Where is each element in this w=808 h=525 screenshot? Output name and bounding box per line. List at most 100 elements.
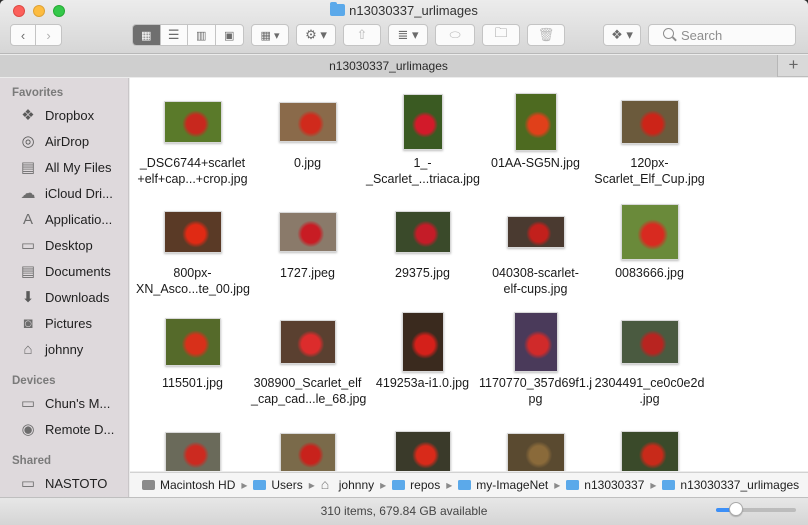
- tag-button[interactable]: ⬭: [435, 24, 475, 46]
- file-item[interactable]: 800px- XN_Asco...te_00.jpg: [136, 202, 250, 307]
- sidebar-item-johnny[interactable]: ⌂ johnny: [0, 337, 128, 361]
- path-item[interactable]: n13030337_urlimages: [662, 478, 799, 492]
- sidebar-item-label: All My Files: [45, 159, 112, 175]
- file-item[interactable]: 040308-scarlet-elf-cups.jpg: [479, 202, 592, 307]
- file-name: 040308-scarlet-: [492, 266, 579, 280]
- list-view-icon: ☰: [167, 27, 180, 42]
- downloads-icon: ⬇: [21, 289, 35, 306]
- path-item[interactable]: johnny: [321, 476, 374, 493]
- file-thumbnail: [620, 320, 679, 364]
- new-folder-button[interactable]: 🗀: [482, 24, 520, 46]
- file-item[interactable]: 1727.jpeg: [251, 202, 364, 307]
- sidebar: Favorites ❖ Dropbox ◎ AirDrop ▤ All My Files ☁ i…: [0, 78, 129, 498]
- sidebar-item-label: Chun's M...: [45, 395, 111, 411]
- dropbox-button[interactable]: ❖ ▾: [603, 24, 641, 46]
- sidebar-item-pictures[interactable]: ◙ Pictures: [0, 311, 128, 335]
- action-button[interactable]: ⚙ ▾: [296, 24, 336, 46]
- file-thumbnail: [506, 216, 565, 248]
- file-item[interactable]: [366, 423, 479, 471]
- sidebar-item-nastoto[interactable]: ▭ NASTOTO: [0, 471, 128, 495]
- sidebar-item-label: Pictures: [45, 315, 92, 331]
- file-thumbnail: [164, 318, 221, 366]
- file-item[interactable]: 1_- _Scarlet_...triaca.jpg: [366, 92, 480, 197]
- path-item[interactable]: repos: [392, 478, 440, 492]
- file-item[interactable]: [593, 423, 706, 471]
- cloud-icon: ☁: [20, 185, 36, 202]
- icon-size-slider[interactable]: [716, 502, 796, 516]
- share-button[interactable]: ⇧: [343, 24, 381, 46]
- file-thumbnail: [394, 211, 451, 253]
- file-name: 1727.jpeg: [280, 266, 335, 280]
- file-item[interactable]: 115501.jpg: [136, 312, 249, 417]
- group-button[interactable]: ▦ ▾: [251, 24, 289, 46]
- forward-button[interactable]: ›: [36, 25, 61, 45]
- trash-button[interactable]: 🗑: [527, 24, 565, 46]
- file-item[interactable]: 2304491_ce0c0e2d .jpg: [593, 312, 706, 417]
- file-thumbnail: [163, 101, 222, 143]
- home-icon: [321, 476, 334, 492]
- file-item[interactable]: 419253a-i1.0.jpg: [366, 312, 479, 417]
- desktop-icon: ▭: [20, 237, 36, 254]
- file-item[interactable]: 0.jpg: [251, 92, 364, 197]
- sidebar-item-documents[interactable]: ▤ Documents: [0, 259, 128, 283]
- sidebar-item-label: Remote D...: [45, 421, 115, 437]
- sidebar-item-applicatio[interactable]: A Applicatio...: [0, 207, 128, 231]
- slider-knob[interactable]: [729, 502, 743, 516]
- file-item[interactable]: 29375.jpg: [366, 202, 479, 307]
- path-item-label: repos: [410, 478, 441, 492]
- file-name: .jpg: [639, 392, 660, 406]
- file-thumbnail: [394, 431, 451, 471]
- file-item[interactable]: 308900_Scarlet_elf _cap_cad...le_68.jpg: [251, 312, 366, 417]
- cover-flow-button[interactable]: ▣: [216, 25, 243, 45]
- arrange-button[interactable]: ≣ ▾: [388, 24, 428, 46]
- dropbox-icon: ❖: [21, 107, 35, 124]
- tag-icon: ⬭: [449, 27, 461, 42]
- gear-icon: ⚙ ▾: [305, 27, 327, 42]
- home-icon: ⌂: [23, 340, 33, 358]
- file-name: 115501.jpg: [162, 376, 223, 390]
- file-item[interactable]: 0083666.jpg: [593, 202, 706, 307]
- sidebar-item-dropbox[interactable]: ❖ Dropbox: [0, 103, 128, 127]
- file-item[interactable]: [251, 423, 364, 471]
- file-thumbnail: [278, 212, 337, 252]
- column-view-button[interactable]: ▥: [188, 25, 216, 45]
- tab-current[interactable]: n13030337_urlimages: [0, 55, 778, 77]
- disc-icon: ◉: [21, 421, 35, 438]
- sidebar-item-remote-d[interactable]: ◉ Remote D...: [0, 417, 128, 441]
- sidebar-item-desktop[interactable]: ▭ Desktop: [0, 233, 128, 257]
- file-item[interactable]: [479, 423, 592, 471]
- file-item[interactable]: 120px- Scarlet_Elf_Cup.jpg: [593, 92, 706, 197]
- sidebar-item-label: Dropbox: [45, 107, 95, 123]
- folder-icon: [330, 2, 346, 16]
- file-name: 01AA-SG5N.jpg: [491, 156, 580, 170]
- sidebar-item-downloads[interactable]: ⬇ Downloads: [0, 285, 128, 309]
- path-item[interactable]: Macintosh HD: [142, 478, 235, 492]
- file-thumbnail: [620, 204, 679, 260]
- new-tab-button[interactable]: +: [779, 55, 808, 77]
- sidebar-header-shared: Shared: [12, 455, 51, 467]
- sidebar-item-airdrop[interactable]: ◎ AirDrop: [0, 129, 128, 153]
- sidebar-item-all-my-files[interactable]: ▤ All My Files: [0, 155, 128, 179]
- path-item[interactable]: n13030337: [566, 478, 644, 492]
- sidebar-item-icloud-dri[interactable]: ☁ iCloud Dri...: [0, 181, 128, 205]
- path-separator-icon: ▸: [241, 478, 248, 492]
- file-name: _Scarlet_...triaca.jpg: [366, 172, 480, 186]
- path-item[interactable]: my-ImageNet: [458, 478, 548, 492]
- back-button[interactable]: ‹: [11, 25, 37, 45]
- hard-drive-icon: [142, 480, 155, 490]
- sidebar-item-chun-s-m[interactable]: ▭ Chun's M...: [0, 391, 128, 415]
- icon-view-button[interactable]: ▦: [133, 25, 161, 45]
- search-field[interactable]: Search: [648, 24, 796, 46]
- file-item[interactable]: [136, 423, 249, 471]
- list-view-button[interactable]: ☰: [161, 25, 188, 45]
- file-name: 1170770_357d69f1.j: [479, 376, 593, 390]
- file-name: 29375.jpg: [395, 266, 450, 280]
- file-name: 0083666.jpg: [615, 266, 684, 280]
- file-name: 0.jpg: [293, 156, 322, 170]
- chevron-right-icon: ›: [46, 27, 51, 43]
- path-item-label: n13030337_urlimages: [680, 478, 800, 492]
- path-item[interactable]: Users: [253, 478, 303, 492]
- file-item[interactable]: 1170770_357d69f1.j pg: [479, 312, 592, 417]
- file-item[interactable]: 01AA-SG5N.jpg: [479, 92, 592, 197]
- file-item[interactable]: _DSC6744+scarlet +elf+cap...+crop.jpg: [136, 92, 249, 197]
